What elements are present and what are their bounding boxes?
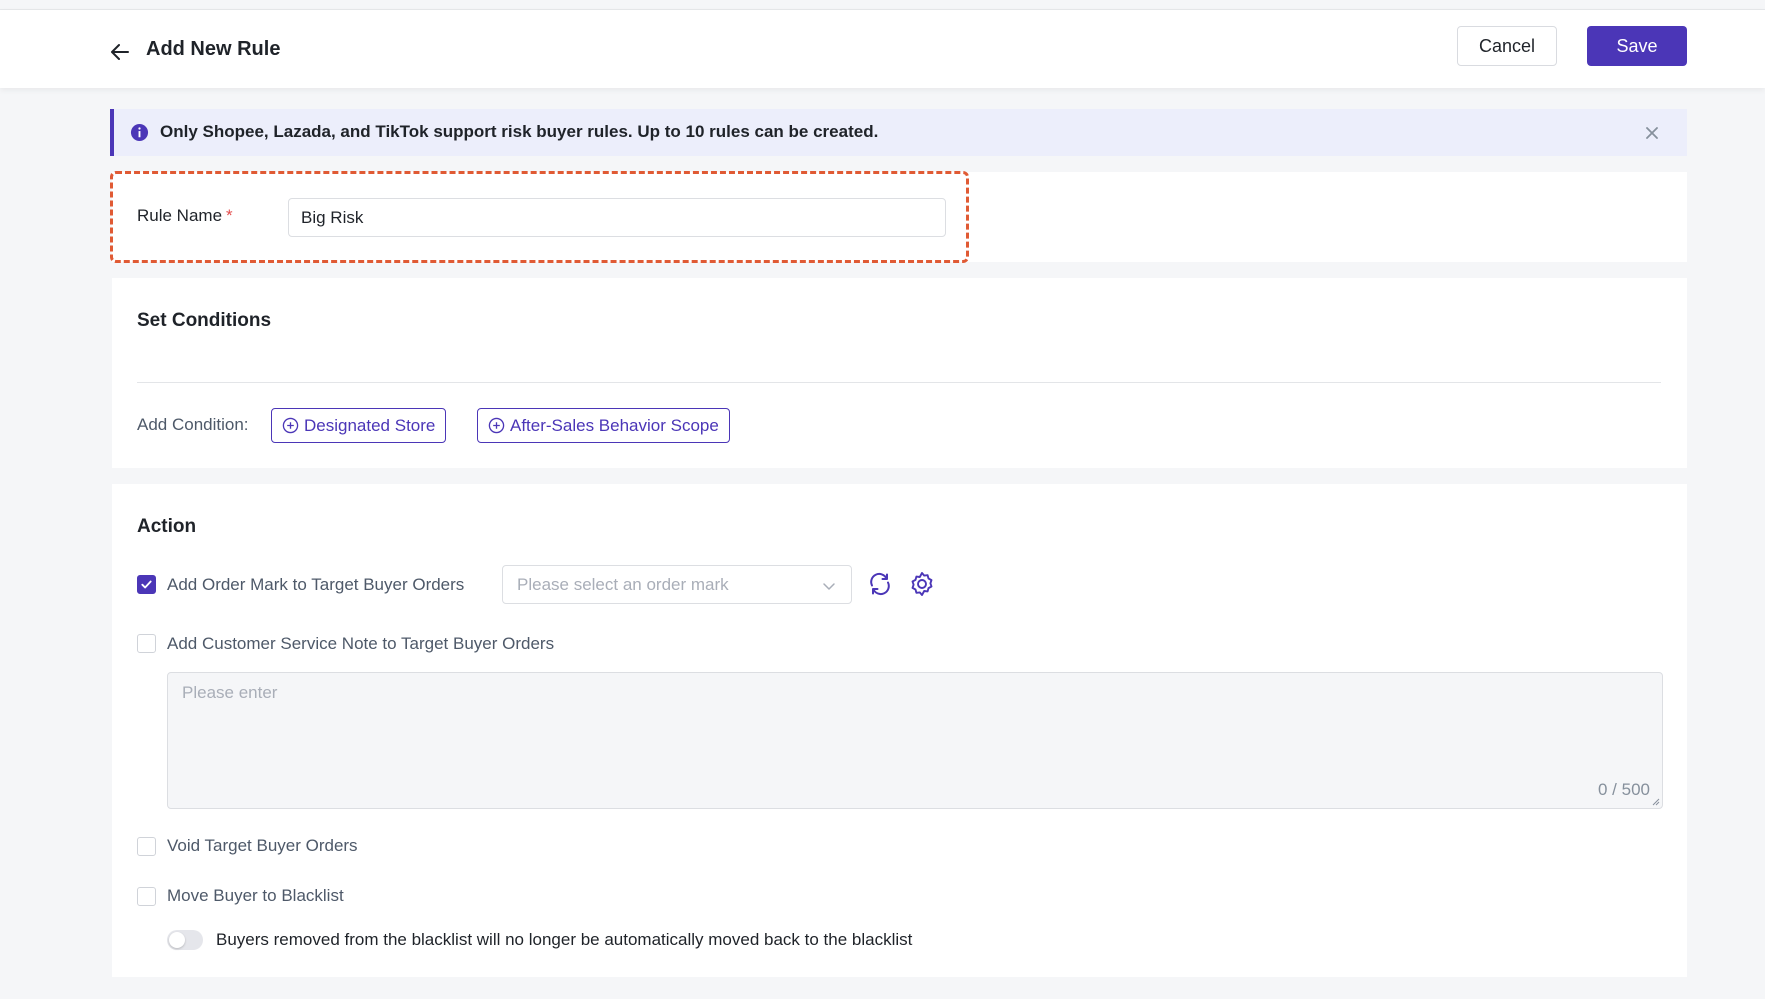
- notice-text: Only Shopee, Lazada, and TikTok support …: [160, 122, 879, 141]
- order-mark-select[interactable]: Please select an order mark: [502, 565, 852, 604]
- void-orders-checkbox[interactable]: [137, 837, 156, 856]
- action-title: Action: [137, 516, 197, 537]
- rule-name-label: Rule Name *: [137, 206, 233, 225]
- close-icon[interactable]: [1643, 124, 1661, 142]
- top-strip: [0, 0, 1765, 10]
- cancel-button[interactable]: Cancel: [1457, 26, 1557, 66]
- settings-gear-icon[interactable]: [908, 570, 936, 598]
- chevron-down-icon: [823, 583, 835, 590]
- refresh-icon[interactable]: [866, 570, 894, 598]
- service-note-textarea[interactable]: [168, 673, 1662, 808]
- void-orders-label: Void Target Buyer Orders: [167, 836, 358, 855]
- save-button[interactable]: Save: [1587, 26, 1687, 66]
- resize-grip-icon[interactable]: [1651, 797, 1660, 806]
- blacklist-label: Move Buyer to Blacklist: [167, 886, 344, 905]
- service-note-textarea-wrap: 0 / 500: [167, 672, 1663, 809]
- info-icon: [130, 123, 149, 142]
- order-mark-placeholder: Please select an order mark: [517, 575, 729, 594]
- divider: [137, 382, 1661, 383]
- plus-circle-icon: [488, 417, 505, 434]
- blacklist-checkbox[interactable]: [137, 887, 156, 906]
- check-icon: [141, 580, 152, 589]
- auto-blacklist-toggle[interactable]: [167, 930, 203, 950]
- required-mark: *: [226, 206, 233, 225]
- order-mark-checkbox[interactable]: [137, 575, 156, 594]
- order-mark-label: Add Order Mark to Target Buyer Orders: [167, 575, 465, 594]
- toggle-knob: [169, 932, 185, 948]
- arrow-left-icon[interactable]: [108, 40, 132, 64]
- info-notice: Only Shopee, Lazada, and TikTok support …: [110, 109, 1687, 156]
- plus-circle-icon: [282, 417, 299, 434]
- page-header: Add New Rule Cancel Save: [0, 10, 1765, 88]
- auto-blacklist-toggle-label: Buyers removed from the blacklist will n…: [216, 930, 913, 949]
- add-condition-label: Add Condition:: [137, 415, 249, 434]
- service-note-checkbox[interactable]: [137, 634, 156, 653]
- service-note-label: Add Customer Service Note to Target Buye…: [167, 634, 555, 653]
- rule-name-input[interactable]: [288, 198, 946, 237]
- after-sales-scope-button[interactable]: After-Sales Behavior Scope: [477, 408, 730, 443]
- page-title: Add New Rule: [146, 38, 281, 60]
- designated-store-button[interactable]: Designated Store: [271, 408, 447, 443]
- set-conditions-title: Set Conditions: [137, 310, 272, 331]
- char-counter: 0 / 500: [1598, 780, 1650, 799]
